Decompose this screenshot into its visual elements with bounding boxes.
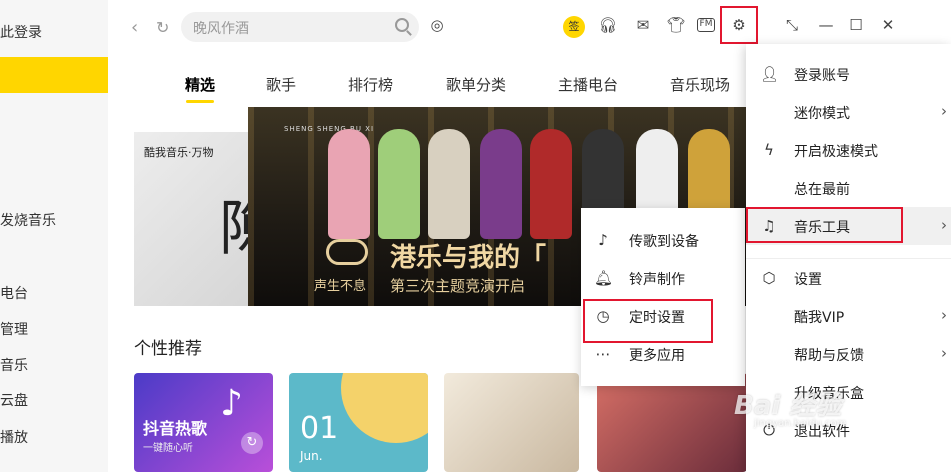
banner-brand: 声生不息 — [314, 279, 367, 294]
menu-item-label: 设置 — [794, 272, 822, 288]
menu-item-label: 总在最前 — [794, 182, 850, 198]
sidebar-item-login[interactable]: 此登录 — [0, 22, 42, 42]
chevron-right-icon: › — [941, 216, 947, 234]
tab-live[interactable]: 音乐现场 — [670, 74, 730, 95]
tab-playlist-categories[interactable]: 歌单分类 — [446, 74, 506, 95]
banner-left-logo: 酷我音乐·万物 — [144, 146, 214, 159]
minimize-icon[interactable]: — — [815, 14, 837, 36]
more-icon: ⋯ — [595, 345, 611, 363]
sign-in-badge[interactable]: 签 — [563, 16, 585, 38]
bell-icon: 🔔︎ — [594, 269, 614, 287]
sidebar-item-manage[interactable]: 管理 — [0, 319, 28, 339]
playlist-card[interactable] — [597, 373, 747, 472]
banner-title: 港乐与我的「 — [390, 243, 547, 273]
back-icon[interactable]: ‹ — [131, 19, 138, 37]
sidebar-active-item[interactable] — [0, 57, 108, 93]
sidebar-item-radio[interactable]: 电台 — [0, 283, 28, 303]
sidebar: 此登录 发烧音乐 电台 管理 音乐 云盘 播放 — [0, 0, 108, 472]
watermark-text: Bai 经验 — [734, 391, 842, 421]
banner-left[interactable]: 酷我音乐·万物 隙 — [134, 132, 279, 306]
music-recognize-icon[interactable]: ◎ — [426, 14, 448, 36]
fm-icon[interactable]: FM — [697, 18, 715, 32]
menu-item-login[interactable]: 👤︎ 登录账号 — [746, 55, 951, 93]
menu-item-settings[interactable]: ⬡ 设置 — [746, 259, 951, 297]
menu-item-speed-mode[interactable]: ϟ 开启极速模式 — [746, 131, 951, 169]
tiktok-icon: ♪ — [220, 383, 243, 424]
music-tools-submenu: ♪ 传歌到设备 🔔︎ 铃声制作 ◷ 定时设置 ⋯ 更多应用 — [581, 208, 745, 386]
chevron-right-icon: › — [941, 306, 947, 324]
playlist-card[interactable]: ♪ 抖音热歌 一键随心听 ↻ — [134, 373, 273, 472]
banner-singer — [428, 129, 470, 239]
playlist-card[interactable] — [444, 373, 579, 472]
sun-decoration — [341, 373, 428, 443]
banner-singer — [378, 129, 420, 239]
sidebar-item-hifi[interactable]: 发烧音乐 — [0, 210, 56, 230]
submenu-item-label: 铃声制作 — [629, 272, 685, 288]
sidebar-item-cloud[interactable]: 云盘 — [0, 390, 28, 410]
banner-singer — [328, 129, 370, 239]
menu-item-label: 迷你模式 — [794, 106, 850, 122]
menu-item-mini-mode[interactable]: 迷你模式 › — [746, 93, 951, 131]
close-icon[interactable]: ✕ — [877, 14, 899, 36]
card-title: 抖音热歌 — [143, 419, 208, 438]
tab-radio[interactable]: 主播电台 — [558, 74, 618, 95]
highlight-box-timer — [583, 299, 713, 343]
active-tab-indicator — [186, 100, 214, 103]
banner-singer — [530, 129, 572, 239]
tab-singers[interactable]: 歌手 — [266, 74, 296, 95]
card-month: Jun. — [300, 449, 323, 463]
card-subtitle: 一键随心听 — [143, 443, 193, 454]
menu-item-always-on-top[interactable]: 总在最前 — [746, 169, 951, 207]
card-day: 01 — [300, 411, 339, 446]
user-icon: 👤︎ — [760, 65, 780, 83]
maximize-icon[interactable]: ☐ — [845, 14, 867, 36]
sidebar-item-music[interactable]: 音乐 — [0, 355, 28, 375]
highlight-box-music-tools — [746, 207, 903, 243]
playlist-card[interactable]: 01 Jun. — [289, 373, 428, 472]
mini-mode-icon[interactable]: ⤡ — [781, 14, 803, 36]
tab-featured[interactable]: 精选 — [185, 74, 215, 95]
submenu-item-ringtone[interactable]: 🔔︎ 铃声制作 — [581, 259, 745, 297]
tab-charts[interactable]: 排行榜 — [348, 74, 393, 95]
menu-item-label: 酷我VIP — [794, 310, 845, 326]
settings-icon: ⬡ — [762, 269, 776, 287]
search-input[interactable]: 晚风作酒 — [181, 12, 419, 42]
section-title: 个性推荐 — [134, 339, 202, 359]
menu-item-label: 帮助与反馈 — [794, 348, 864, 364]
refresh-icon[interactable]: ↻ — [241, 432, 263, 454]
lightning-icon: ϟ — [764, 141, 774, 159]
menu-item-label: 开启极速模式 — [794, 144, 878, 160]
baidu-watermark: Bai 经验 jingyan.baidu.com — [734, 385, 846, 429]
menu-item-help[interactable]: 帮助与反馈 › — [746, 335, 951, 373]
banner-subtitle: 第三次主题竞演开启 — [390, 277, 526, 295]
banner-singer — [480, 129, 522, 239]
search-icon[interactable] — [395, 18, 409, 32]
headphone-icon[interactable]: 🎧︎ — [597, 14, 619, 36]
skin-icon[interactable]: 👕︎ — [665, 14, 687, 36]
chevron-right-icon: › — [941, 102, 947, 120]
watermark-sub: jingyan.baidu.com — [754, 418, 847, 429]
mail-icon[interactable]: ✉ — [632, 14, 654, 36]
menu-item-label: 登录账号 — [794, 68, 850, 84]
menu-item-vip[interactable]: 酷我VIP › — [746, 297, 951, 335]
search-placeholder: 晚风作酒 — [193, 21, 249, 37]
sidebar-item-play[interactable]: 播放 — [0, 427, 28, 447]
chevron-right-icon: › — [941, 344, 947, 362]
banner-brand-logo — [326, 239, 368, 265]
device-music-icon: ♪ — [598, 231, 608, 249]
submenu-item-label: 更多应用 — [629, 348, 685, 364]
refresh-icon[interactable]: ↻ — [156, 19, 169, 37]
submenu-item-label: 传歌到设备 — [629, 234, 699, 250]
highlight-box-gear — [720, 6, 758, 44]
submenu-item-transfer[interactable]: ♪ 传歌到设备 — [581, 221, 745, 259]
